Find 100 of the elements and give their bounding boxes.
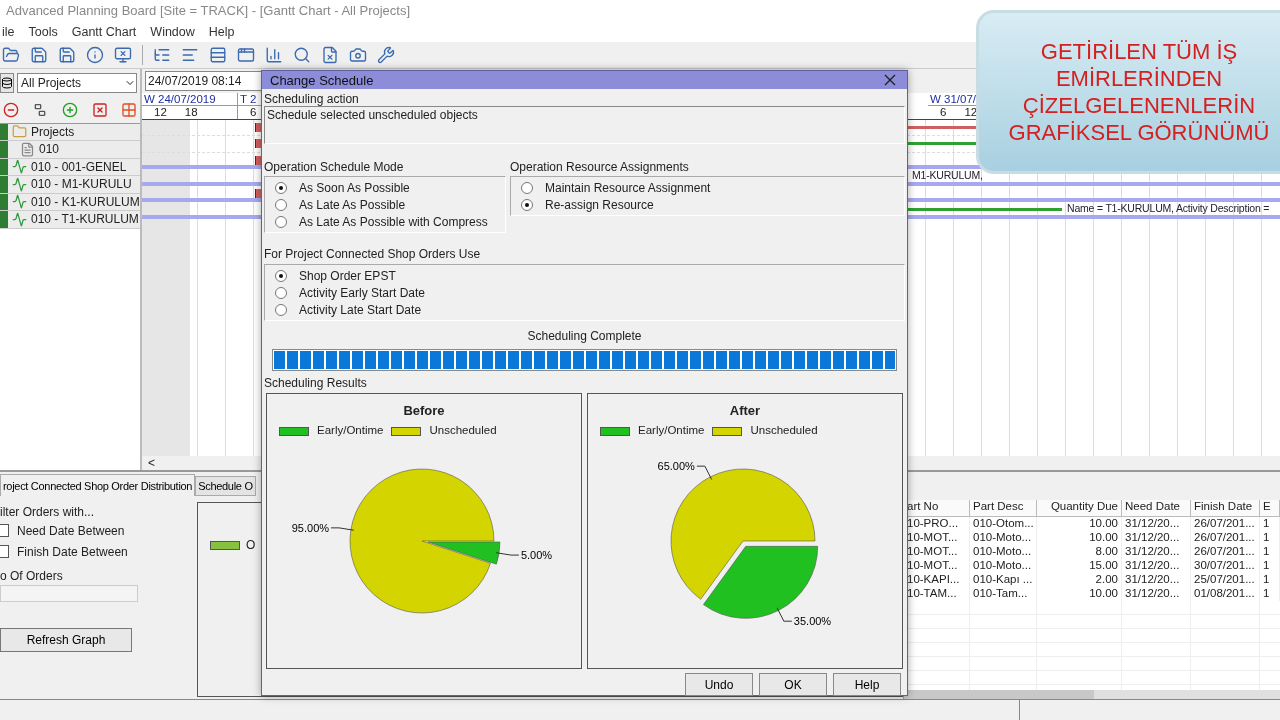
tree-item[interactable]: 010 - T1-KURULUM [0, 211, 140, 229]
field-label: o Of Orders [0, 568, 64, 585]
table-cell: 1 [1260, 517, 1280, 532]
column-header[interactable]: E [1260, 500, 1280, 518]
caption-text: GETİRİLEN TÜM İŞ [1040, 38, 1238, 65]
folder-icon [12, 124, 27, 140]
menu-item[interactable]: Window [150, 24, 195, 39]
refresh-graph-button[interactable]: Refresh Graph [0, 628, 132, 653]
table-cell: 30/07/201... [1191, 559, 1260, 574]
menu-item[interactable]: Tools [28, 24, 58, 39]
tree-item[interactable]: 010 - M1-KURULU [0, 176, 140, 194]
leader-line [330, 527, 355, 531]
table-cell: 1 [1260, 587, 1280, 602]
column-header[interactable]: Need Date [1122, 500, 1191, 518]
hour-label: 18 [184, 105, 198, 118]
legend-label: Unscheduled [429, 424, 497, 436]
day-label: W 24/07/2019 [142, 92, 237, 106]
radio-button[interactable] [275, 286, 287, 299]
radio-button[interactable] [275, 181, 287, 194]
activity-icon [12, 176, 27, 192]
option-label: Shop Order EPST [299, 268, 396, 283]
menu-item[interactable]: Gantt Chart [71, 24, 137, 39]
option-label: As Soon As Possible [299, 180, 410, 195]
section-label: Operation Schedule Mode [264, 160, 405, 174]
table-cell: 15.00 [1037, 559, 1122, 574]
option-label: Maintain Resource Assignment [545, 180, 711, 195]
tab[interactable]: roject Connected Shop Order Distribution [0, 474, 196, 497]
dialog-title: Change Schedule [270, 72, 374, 88]
table-cell: 31/12/20... [1122, 545, 1191, 560]
radio-button[interactable] [275, 215, 287, 228]
radio-button[interactable] [275, 269, 287, 282]
table-cell: 1 [1260, 531, 1280, 546]
hour-label: 6 [940, 105, 947, 118]
activity-icon [12, 194, 27, 210]
table-cell: 010-Tam... [970, 587, 1037, 602]
radio-button[interactable] [275, 198, 287, 211]
legend-label: Early/Ontime [317, 424, 384, 436]
section-label: Scheduling Results [264, 376, 368, 390]
close-icon [884, 74, 896, 86]
scroll-left-button[interactable]: < [148, 456, 155, 471]
table-cell: 26/07/201... [1191, 531, 1260, 546]
table-cell: 010-Otom... [970, 517, 1037, 532]
window-icon [237, 45, 255, 64]
column-header[interactable]: Quantity Due [1037, 500, 1122, 518]
tree-item[interactable]: 010 [0, 141, 140, 159]
computer-delete-icon [114, 45, 132, 64]
filter-title: ilter Orders with... [0, 504, 96, 521]
checkbox-label: Need Date Between [17, 522, 125, 539]
camera-icon [349, 45, 367, 64]
table-cell: 010-Kapı ... [970, 573, 1037, 588]
table-cell: 1 [1260, 573, 1280, 588]
checkbox[interactable] [0, 545, 9, 559]
status-text: Scheduling Complete [527, 329, 642, 343]
column-header[interactable]: Part Desc [970, 500, 1037, 518]
grid-icon [121, 101, 138, 118]
data-label: 65.00% [657, 460, 695, 473]
option-label: As Late As Possible with Compress [299, 214, 488, 229]
action-text: Schedule selected unscheduled objects [264, 106, 905, 144]
date-field[interactable]: 24/07/2019 08:14 [145, 70, 263, 91]
checkbox-label: Finish Date Between [17, 543, 128, 560]
document-delete-icon [321, 45, 339, 64]
menu-item[interactable]: ile [2, 24, 15, 39]
section-label: For Project Connected Shop Orders Use [264, 247, 482, 261]
search-icon [293, 45, 311, 64]
count-field[interactable] [0, 585, 138, 603]
column-header[interactable]: Finish Date [1191, 500, 1260, 518]
project-dropdown[interactable]: All Projects [17, 72, 137, 93]
scrollbar-thumb[interactable] [904, 690, 1094, 700]
dialog-button[interactable]: Help [833, 673, 901, 696]
database-button[interactable] [0, 72, 14, 93]
radio-button[interactable] [275, 303, 287, 316]
table-cell: 010-Moto... [970, 545, 1037, 560]
chart-title: After [729, 403, 761, 418]
table-cell: 25/07/201... [1191, 573, 1260, 588]
info-icon [86, 45, 104, 64]
tree-item[interactable]: Projects [0, 123, 140, 142]
legend-label: O [246, 537, 256, 554]
dialog-button[interactable]: Undo [685, 673, 753, 696]
option-label: Re-assign Resource [545, 197, 654, 212]
table-cell: 8.00 [1037, 545, 1122, 560]
leader-line [696, 465, 713, 480]
data-label: 5.00% [520, 549, 553, 562]
data-label: 35.00% [793, 615, 832, 628]
activity-icon [12, 159, 27, 175]
remove-icon [2, 101, 19, 118]
hour-label: 6 [250, 105, 257, 118]
radio-button[interactable] [521, 198, 533, 211]
caption-text: GRAFİKSEL GÖRÜNÜMÜ [1008, 119, 1270, 146]
option-label: As Late As Possible [299, 197, 406, 212]
checkbox[interactable] [0, 524, 9, 538]
chart-title: Before [403, 403, 445, 418]
radio-button[interactable] [521, 181, 533, 194]
folder-icon [2, 45, 20, 64]
activity-note: M1-KURULUM, [912, 169, 983, 182]
table-cell: 26/07/201... [1191, 545, 1260, 560]
tab[interactable]: Schedule O [195, 476, 256, 497]
table-cell: 31/12/20... [1122, 531, 1191, 546]
dialog-button[interactable]: OK [759, 673, 827, 696]
hour-label: 12 [154, 105, 167, 118]
menu-item[interactable]: Help [208, 24, 235, 39]
